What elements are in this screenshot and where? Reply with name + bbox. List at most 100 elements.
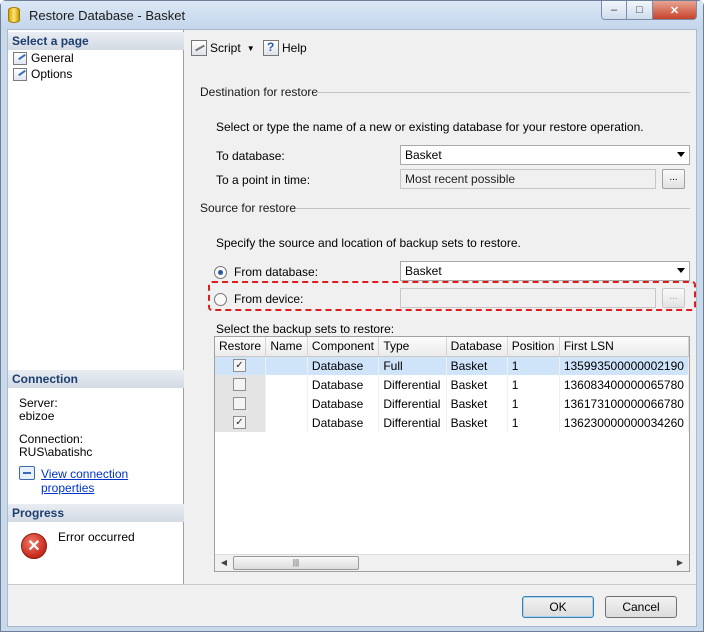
- name-cell: [265, 375, 308, 394]
- connection-value: RUS\abatishc: [19, 445, 93, 459]
- backup-sets-label: Select the backup sets to restore:: [216, 322, 395, 336]
- table-row[interactable]: ✓ Database Full Basket 1 135993500000002190: [215, 356, 689, 375]
- type-cell: Differential: [378, 375, 447, 394]
- name-cell: [265, 356, 308, 375]
- restore-checkbox[interactable]: [233, 378, 246, 391]
- minimize-button[interactable]: –: [601, 1, 627, 20]
- left-pane: Select a page General Options Connection…: [8, 30, 184, 584]
- position-cell: 1: [507, 413, 560, 432]
- horizontal-scrollbar[interactable]: ◀ ||| ▶: [215, 554, 689, 571]
- from-database-combo[interactable]: Basket: [400, 261, 690, 281]
- help-label: Help: [282, 41, 307, 55]
- destination-section-title: Destination for restore: [200, 85, 319, 99]
- column-header-component[interactable]: Component: [307, 337, 380, 357]
- table-row[interactable]: ✓ Database Differential Basket 1 136230000000…: [215, 413, 689, 432]
- column-header-name[interactable]: Name: [265, 337, 308, 357]
- table-header-row: Restore Name Component Type Database Pos…: [215, 337, 689, 357]
- page-item-general[interactable]: General: [13, 50, 74, 66]
- general-page: Destination for restore Select or type t…: [190, 74, 696, 582]
- restore-cell: ✓: [215, 413, 267, 432]
- restore-cell: [215, 394, 267, 413]
- close-button[interactable]: ✕: [653, 1, 697, 20]
- column-header-first-lsn[interactable]: First LSN: [559, 337, 689, 357]
- restore-checkbox[interactable]: [233, 397, 246, 410]
- table-row[interactable]: Database Differential Basket 1 1361731000000…: [215, 394, 689, 413]
- from-device-browse-button[interactable]: ...: [662, 288, 685, 308]
- first-lsn-cell: 135993500000002190: [559, 356, 689, 375]
- restore-cell: [215, 375, 267, 394]
- position-cell: 1: [507, 375, 560, 394]
- maximize-button[interactable]: □: [627, 1, 653, 20]
- database-cell: Basket: [446, 413, 508, 432]
- scroll-right-icon[interactable]: ▶: [672, 556, 688, 570]
- database-cell: Basket: [446, 394, 508, 413]
- to-database-label: To database:: [216, 149, 285, 163]
- script-label: Script: [210, 41, 241, 55]
- help-button[interactable]: Help: [263, 40, 307, 56]
- type-cell: Differential: [378, 394, 447, 413]
- window-controls: – □ ✕: [601, 1, 697, 21]
- from-database-value: Basket: [405, 264, 442, 278]
- position-cell: 1: [507, 394, 560, 413]
- column-header-restore[interactable]: Restore: [215, 337, 267, 357]
- from-database-label: From database:: [234, 265, 319, 279]
- section-divider: [296, 208, 690, 209]
- destination-description: Select or type the name of a new or exis…: [216, 120, 644, 134]
- backup-sets-grid[interactable]: Restore Name Component Type Database Pos…: [214, 336, 690, 572]
- database-icon: [8, 7, 20, 23]
- title-bar[interactable]: Restore Database - Basket – □ ✕: [1, 1, 703, 29]
- dialog-body: Select a page General Options Connection…: [7, 29, 697, 627]
- toolbar: Script ▼ Help: [185, 30, 698, 66]
- ok-button[interactable]: OK: [522, 596, 594, 618]
- source-description: Specify the source and location of backu…: [216, 236, 521, 250]
- table-row[interactable]: Database Differential Basket 1 1360834000000…: [215, 375, 689, 394]
- restore-database-window: Restore Database - Basket – □ ✕ Select a…: [0, 0, 704, 632]
- restore-cell: ✓: [215, 356, 267, 375]
- to-database-combo[interactable]: Basket: [400, 145, 690, 165]
- point-in-time-field: Most recent possible: [400, 169, 656, 189]
- chevron-down-icon: [677, 268, 685, 273]
- component-cell: Database: [307, 394, 380, 413]
- server-label: Server:: [19, 396, 58, 410]
- window-title: Restore Database - Basket: [29, 8, 186, 23]
- from-database-radio[interactable]: From database:: [214, 265, 318, 279]
- database-cell: Basket: [446, 375, 508, 394]
- page-item-label: General: [31, 51, 74, 65]
- first-lsn-cell: 136230000000034260: [559, 413, 689, 432]
- footer-divider: [8, 584, 696, 585]
- name-cell: [265, 394, 308, 413]
- properties-icon: [19, 466, 35, 480]
- restore-checkbox[interactable]: ✓: [233, 416, 246, 429]
- from-device-label: From device:: [234, 292, 304, 306]
- scroll-thumb[interactable]: |||: [233, 556, 359, 570]
- error-icon: ✕: [21, 533, 47, 559]
- backup-sets-table: Restore Name Component Type Database Pos…: [215, 337, 689, 432]
- scroll-left-icon[interactable]: ◀: [216, 556, 232, 570]
- page-item-options[interactable]: Options: [13, 66, 72, 82]
- column-header-position[interactable]: Position: [507, 337, 560, 357]
- script-button[interactable]: Script ▼: [191, 40, 255, 56]
- component-cell: Database: [307, 375, 380, 394]
- connection-header: Connection: [8, 370, 184, 388]
- page-item-label: Options: [31, 67, 73, 81]
- cancel-button[interactable]: Cancel: [605, 596, 677, 618]
- radio-selected-icon: [214, 265, 227, 279]
- point-in-time-browse-button[interactable]: ...: [662, 169, 685, 189]
- source-section-title: Source for restore: [200, 201, 297, 215]
- first-lsn-cell: 136173100000066780: [559, 394, 689, 413]
- chevron-down-icon: [677, 152, 685, 157]
- progress-header: Progress: [8, 504, 184, 522]
- database-cell: Basket: [446, 356, 508, 375]
- view-connection-properties-link[interactable]: View connection properties: [41, 467, 183, 495]
- column-header-database[interactable]: Database: [446, 337, 508, 357]
- type-cell: Differential: [378, 413, 447, 432]
- component-cell: Database: [307, 413, 380, 432]
- column-header-type[interactable]: Type: [378, 337, 447, 357]
- section-divider: [316, 92, 690, 93]
- from-device-radio[interactable]: From device:: [214, 292, 303, 306]
- point-in-time-label: To a point in time:: [216, 173, 311, 187]
- script-icon: [191, 40, 207, 56]
- chevron-down-icon[interactable]: ▼: [247, 44, 255, 53]
- radio-unselected-icon: [214, 292, 227, 306]
- restore-checkbox[interactable]: ✓: [233, 359, 246, 373]
